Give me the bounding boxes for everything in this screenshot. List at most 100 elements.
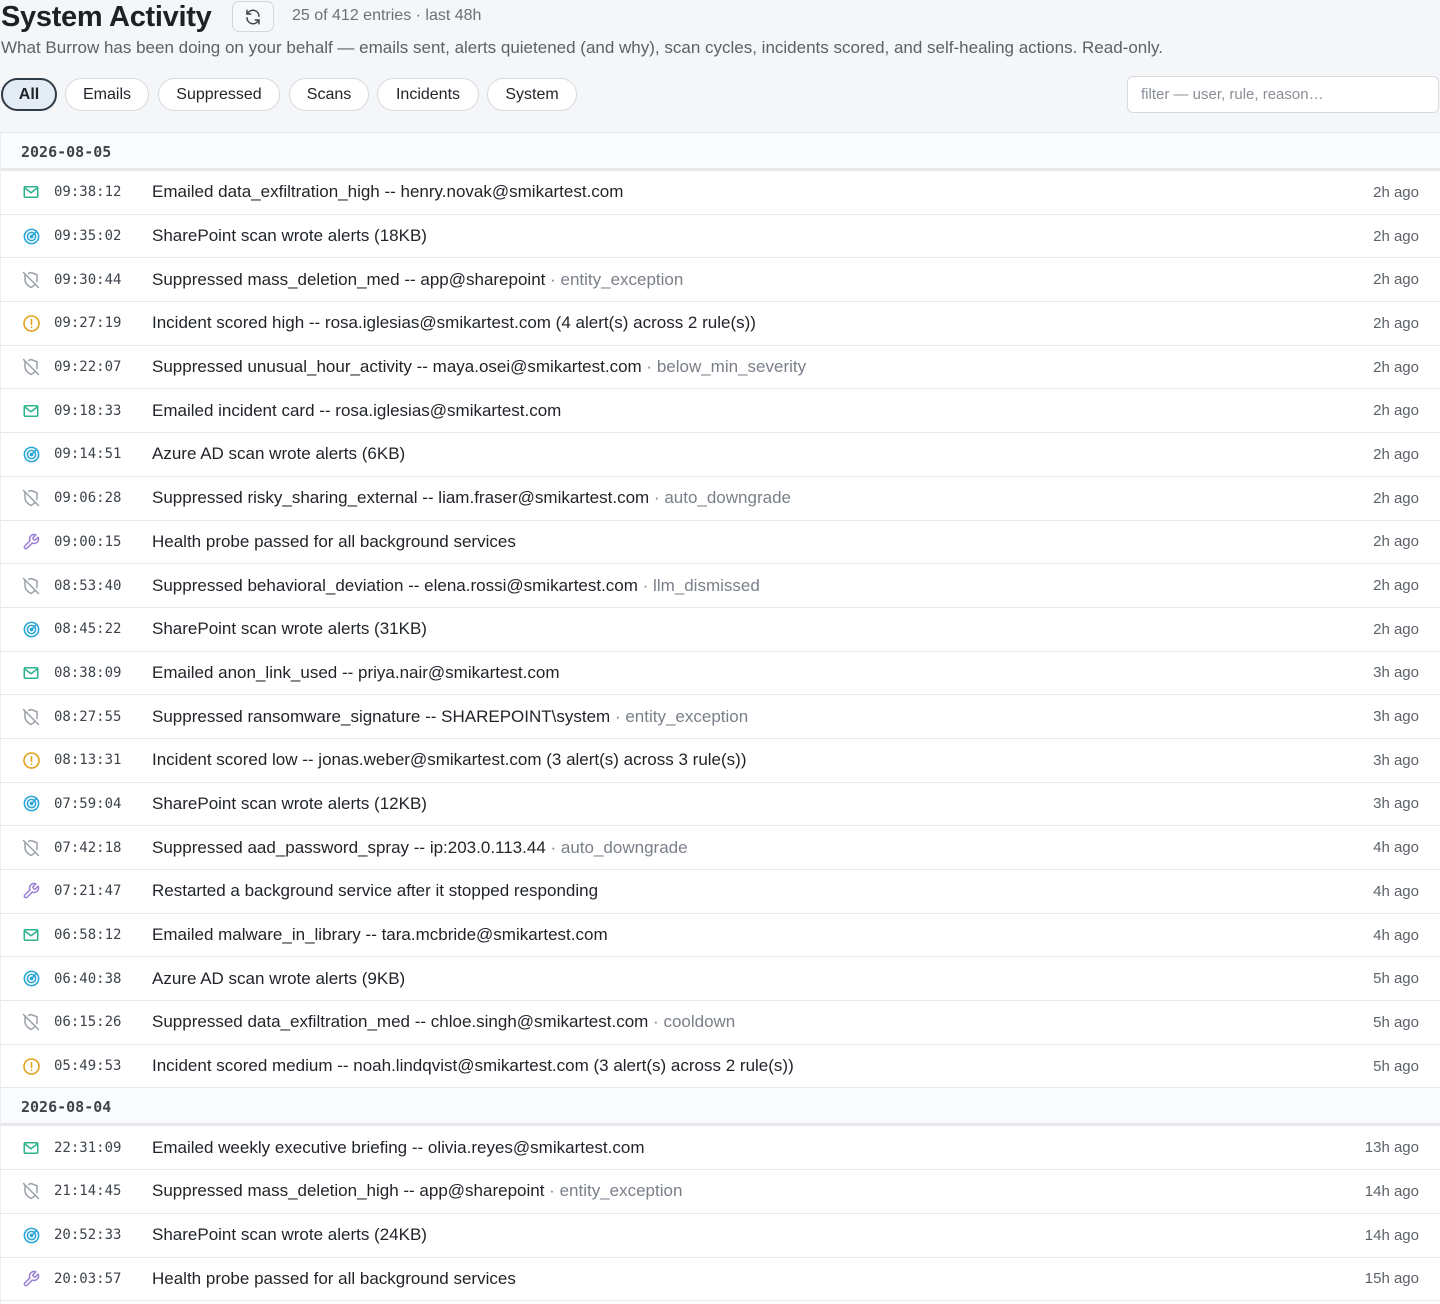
activity-row[interactable]: 08:38:09 Emailed anon_link_used -- priya.… bbox=[1, 652, 1440, 696]
activity-row[interactable]: 07:42:18 Suppressed aad_password_spray --… bbox=[1, 826, 1440, 870]
radar-icon bbox=[21, 794, 41, 814]
row-message-text: Emailed data_exfiltration_high -- henry.… bbox=[152, 182, 624, 202]
activity-row[interactable]: 09:35:02 SharePoint scan wrote alerts (18… bbox=[1, 215, 1440, 259]
row-relative-time: 14h ago bbox=[1364, 1226, 1419, 1244]
mail-icon bbox=[21, 663, 41, 683]
row-message: Health probe passed for all background s… bbox=[152, 1269, 516, 1289]
row-relative-time: 3h ago bbox=[1373, 664, 1419, 682]
alert-circle-icon bbox=[21, 1056, 41, 1076]
page-subtitle: What Burrow has been doing on your behal… bbox=[1, 38, 1163, 57]
row-message-text: SharePoint scan wrote alerts (18KB) bbox=[152, 226, 427, 246]
row-message: Emailed anon_link_used -- priya.nair@smi… bbox=[152, 663, 559, 683]
activity-row[interactable]: 08:13:31 Incident scored low -- jonas.web… bbox=[1, 739, 1440, 783]
row-relative-time: 3h ago bbox=[1373, 708, 1419, 726]
activity-row[interactable]: 20:03:57 Health probe passed for all back… bbox=[1, 1258, 1440, 1302]
activity-row[interactable]: 06:15:26 Suppressed data_exfiltration_med… bbox=[1, 1001, 1440, 1045]
wrench-icon bbox=[21, 1269, 41, 1289]
activity-row[interactable]: 08:27:55 Suppressed ransomware_signature … bbox=[1, 695, 1440, 739]
row-message-text: Suppressed risky_sharing_external -- lia… bbox=[152, 488, 650, 508]
activity-row[interactable]: 08:53:40 Suppressed behavioral_deviation … bbox=[1, 564, 1440, 608]
row-message-text: Emailed anon_link_used -- priya.nair@smi… bbox=[152, 662, 560, 682]
activity-row[interactable]: 09:14:51 Azure AD scan wrote alerts (6KB)… bbox=[1, 433, 1440, 477]
activity-row[interactable]: 20:52:33 SharePoint scan wrote alerts (24… bbox=[1, 1214, 1440, 1258]
day-header: 2026-08-05 bbox=[1, 133, 1440, 171]
row-message-text: Azure AD scan wrote alerts (9KB) bbox=[152, 968, 406, 988]
mail-icon bbox=[21, 925, 41, 945]
activity-row[interactable]: 09:00:15 Health probe passed for all back… bbox=[1, 521, 1440, 565]
row-message: Suppressed mass_deletion_high -- app@sha… bbox=[152, 1181, 682, 1201]
chip-incidents[interactable]: Incidents bbox=[377, 78, 479, 111]
row-relative-time: 5h ago bbox=[1373, 1013, 1419, 1031]
row-time: 07:59:04 bbox=[54, 795, 122, 812]
row-message: SharePoint scan wrote alerts (24KB) bbox=[152, 1225, 427, 1245]
activity-row[interactable]: 08:45:22 SharePoint scan wrote alerts (31… bbox=[1, 608, 1440, 652]
alert-circle-icon bbox=[21, 313, 41, 333]
activity-row[interactable]: 09:18:33 Emailed incident card -- rosa.ig… bbox=[1, 389, 1440, 434]
row-relative-time: 2h ago bbox=[1373, 183, 1419, 201]
row-message-text: Emailed incident card -- rosa.iglesias@s… bbox=[152, 400, 562, 420]
row-message-text: Emailed weekly executive briefing -- oli… bbox=[152, 1137, 645, 1157]
row-message: SharePoint scan wrote alerts (31KB) bbox=[152, 619, 427, 639]
activity-row[interactable]: 09:27:19 Incident scored high -- rosa.igl… bbox=[1, 302, 1440, 346]
row-message-text: SharePoint scan wrote alerts (24KB) bbox=[152, 1225, 427, 1245]
refresh-icon bbox=[244, 8, 262, 26]
activity-row[interactable]: 06:58:12 Emailed malware_in_library -- ta… bbox=[1, 914, 1440, 958]
activity-row[interactable]: 09:38:12 Emailed data_exfiltration_high -… bbox=[1, 171, 1440, 215]
row-message-text: Suppressed behavioral_deviation -- elena… bbox=[152, 575, 638, 595]
activity-row[interactable]: 07:59:04 SharePoint scan wrote alerts (12… bbox=[1, 783, 1440, 827]
reason-separator: · bbox=[545, 269, 561, 289]
chip-all[interactable]: All bbox=[1, 78, 57, 111]
row-message: Suppressed behavioral_deviation -- elena… bbox=[152, 576, 760, 596]
shield-off-icon bbox=[21, 707, 41, 727]
activity-row[interactable]: 22:31:09 Emailed weekly executive briefin… bbox=[1, 1126, 1440, 1171]
row-message-text: Health probe passed for all background s… bbox=[152, 531, 516, 551]
row-message: Emailed malware_in_library -- tara.mcbri… bbox=[152, 925, 608, 945]
row-relative-time: 2h ago bbox=[1373, 314, 1419, 332]
row-message: Azure AD scan wrote alerts (6KB) bbox=[152, 444, 405, 464]
filter-input[interactable] bbox=[1127, 76, 1439, 113]
activity-row[interactable]: 09:06:28 Suppressed risky_sharing_externa… bbox=[1, 477, 1440, 521]
row-message: Suppressed ransomware_signature -- SHARE… bbox=[152, 707, 748, 727]
row-message-text: Suppressed unusual_hour_activity -- maya… bbox=[152, 357, 642, 377]
row-message: Suppressed risky_sharing_external -- lia… bbox=[152, 488, 791, 508]
reason-separator: · bbox=[649, 488, 665, 508]
row-reason: auto_downgrade bbox=[664, 488, 791, 508]
row-time: 09:22:07 bbox=[54, 359, 122, 376]
mail-icon bbox=[21, 182, 41, 202]
row-message: SharePoint scan wrote alerts (18KB) bbox=[152, 226, 427, 246]
activity-row[interactable]: 05:49:53 Incident scored medium -- noah.l… bbox=[1, 1045, 1440, 1089]
row-message-text: Suppressed aad_password_spray -- ip:203.… bbox=[152, 837, 546, 857]
row-message: Health probe passed for all background s… bbox=[152, 532, 516, 552]
activity-row[interactable]: 06:40:38 Azure AD scan wrote alerts (9KB)… bbox=[1, 957, 1440, 1002]
chip-system[interactable]: System bbox=[487, 78, 577, 111]
row-reason: auto_downgrade bbox=[560, 837, 688, 857]
row-message: Emailed weekly executive briefing -- oli… bbox=[152, 1138, 644, 1158]
row-time: 08:53:40 bbox=[54, 577, 122, 594]
page-header: System Activity 25 of 412 entries · last… bbox=[0, 0, 1440, 33]
row-message-text: Suppressed data_exfiltration_med -- chlo… bbox=[152, 1012, 649, 1032]
row-message: Emailed incident card -- rosa.iglesias@s… bbox=[152, 401, 561, 421]
row-time: 07:21:47 bbox=[54, 883, 122, 900]
refresh-button[interactable] bbox=[232, 1, 274, 32]
row-time: 08:38:09 bbox=[54, 664, 122, 681]
row-time: 07:42:18 bbox=[54, 839, 122, 856]
row-message: SharePoint scan wrote alerts (12KB) bbox=[152, 794, 427, 814]
row-reason: entity_exception bbox=[559, 1181, 683, 1201]
chip-emails[interactable]: Emails bbox=[65, 78, 149, 111]
activity-row[interactable]: 07:21:47 Restarted a background service a… bbox=[1, 870, 1440, 914]
row-time: 06:40:38 bbox=[54, 970, 122, 987]
row-message-text: Incident scored medium -- noah.lindqvist… bbox=[152, 1056, 794, 1076]
activity-row[interactable]: 09:30:44 Suppressed mass_deletion_med -- … bbox=[1, 258, 1440, 303]
row-message-text: Emailed malware_in_library -- tara.mcbri… bbox=[152, 925, 608, 945]
row-relative-time: 3h ago bbox=[1373, 751, 1419, 769]
row-message-text: SharePoint scan wrote alerts (12KB) bbox=[152, 793, 427, 813]
row-relative-time: 2h ago bbox=[1373, 445, 1419, 463]
alert-circle-icon bbox=[21, 750, 41, 770]
chip-suppressed[interactable]: Suppressed bbox=[158, 78, 280, 111]
shield-off-icon bbox=[21, 1012, 41, 1032]
chip-scans[interactable]: Scans bbox=[289, 78, 369, 111]
activity-row[interactable]: 09:22:07 Suppressed unusual_hour_activity… bbox=[1, 346, 1440, 390]
wrench-icon bbox=[21, 881, 41, 901]
activity-row[interactable]: 21:14:45 Suppressed mass_deletion_high --… bbox=[1, 1170, 1440, 1214]
shield-off-icon bbox=[21, 357, 41, 377]
